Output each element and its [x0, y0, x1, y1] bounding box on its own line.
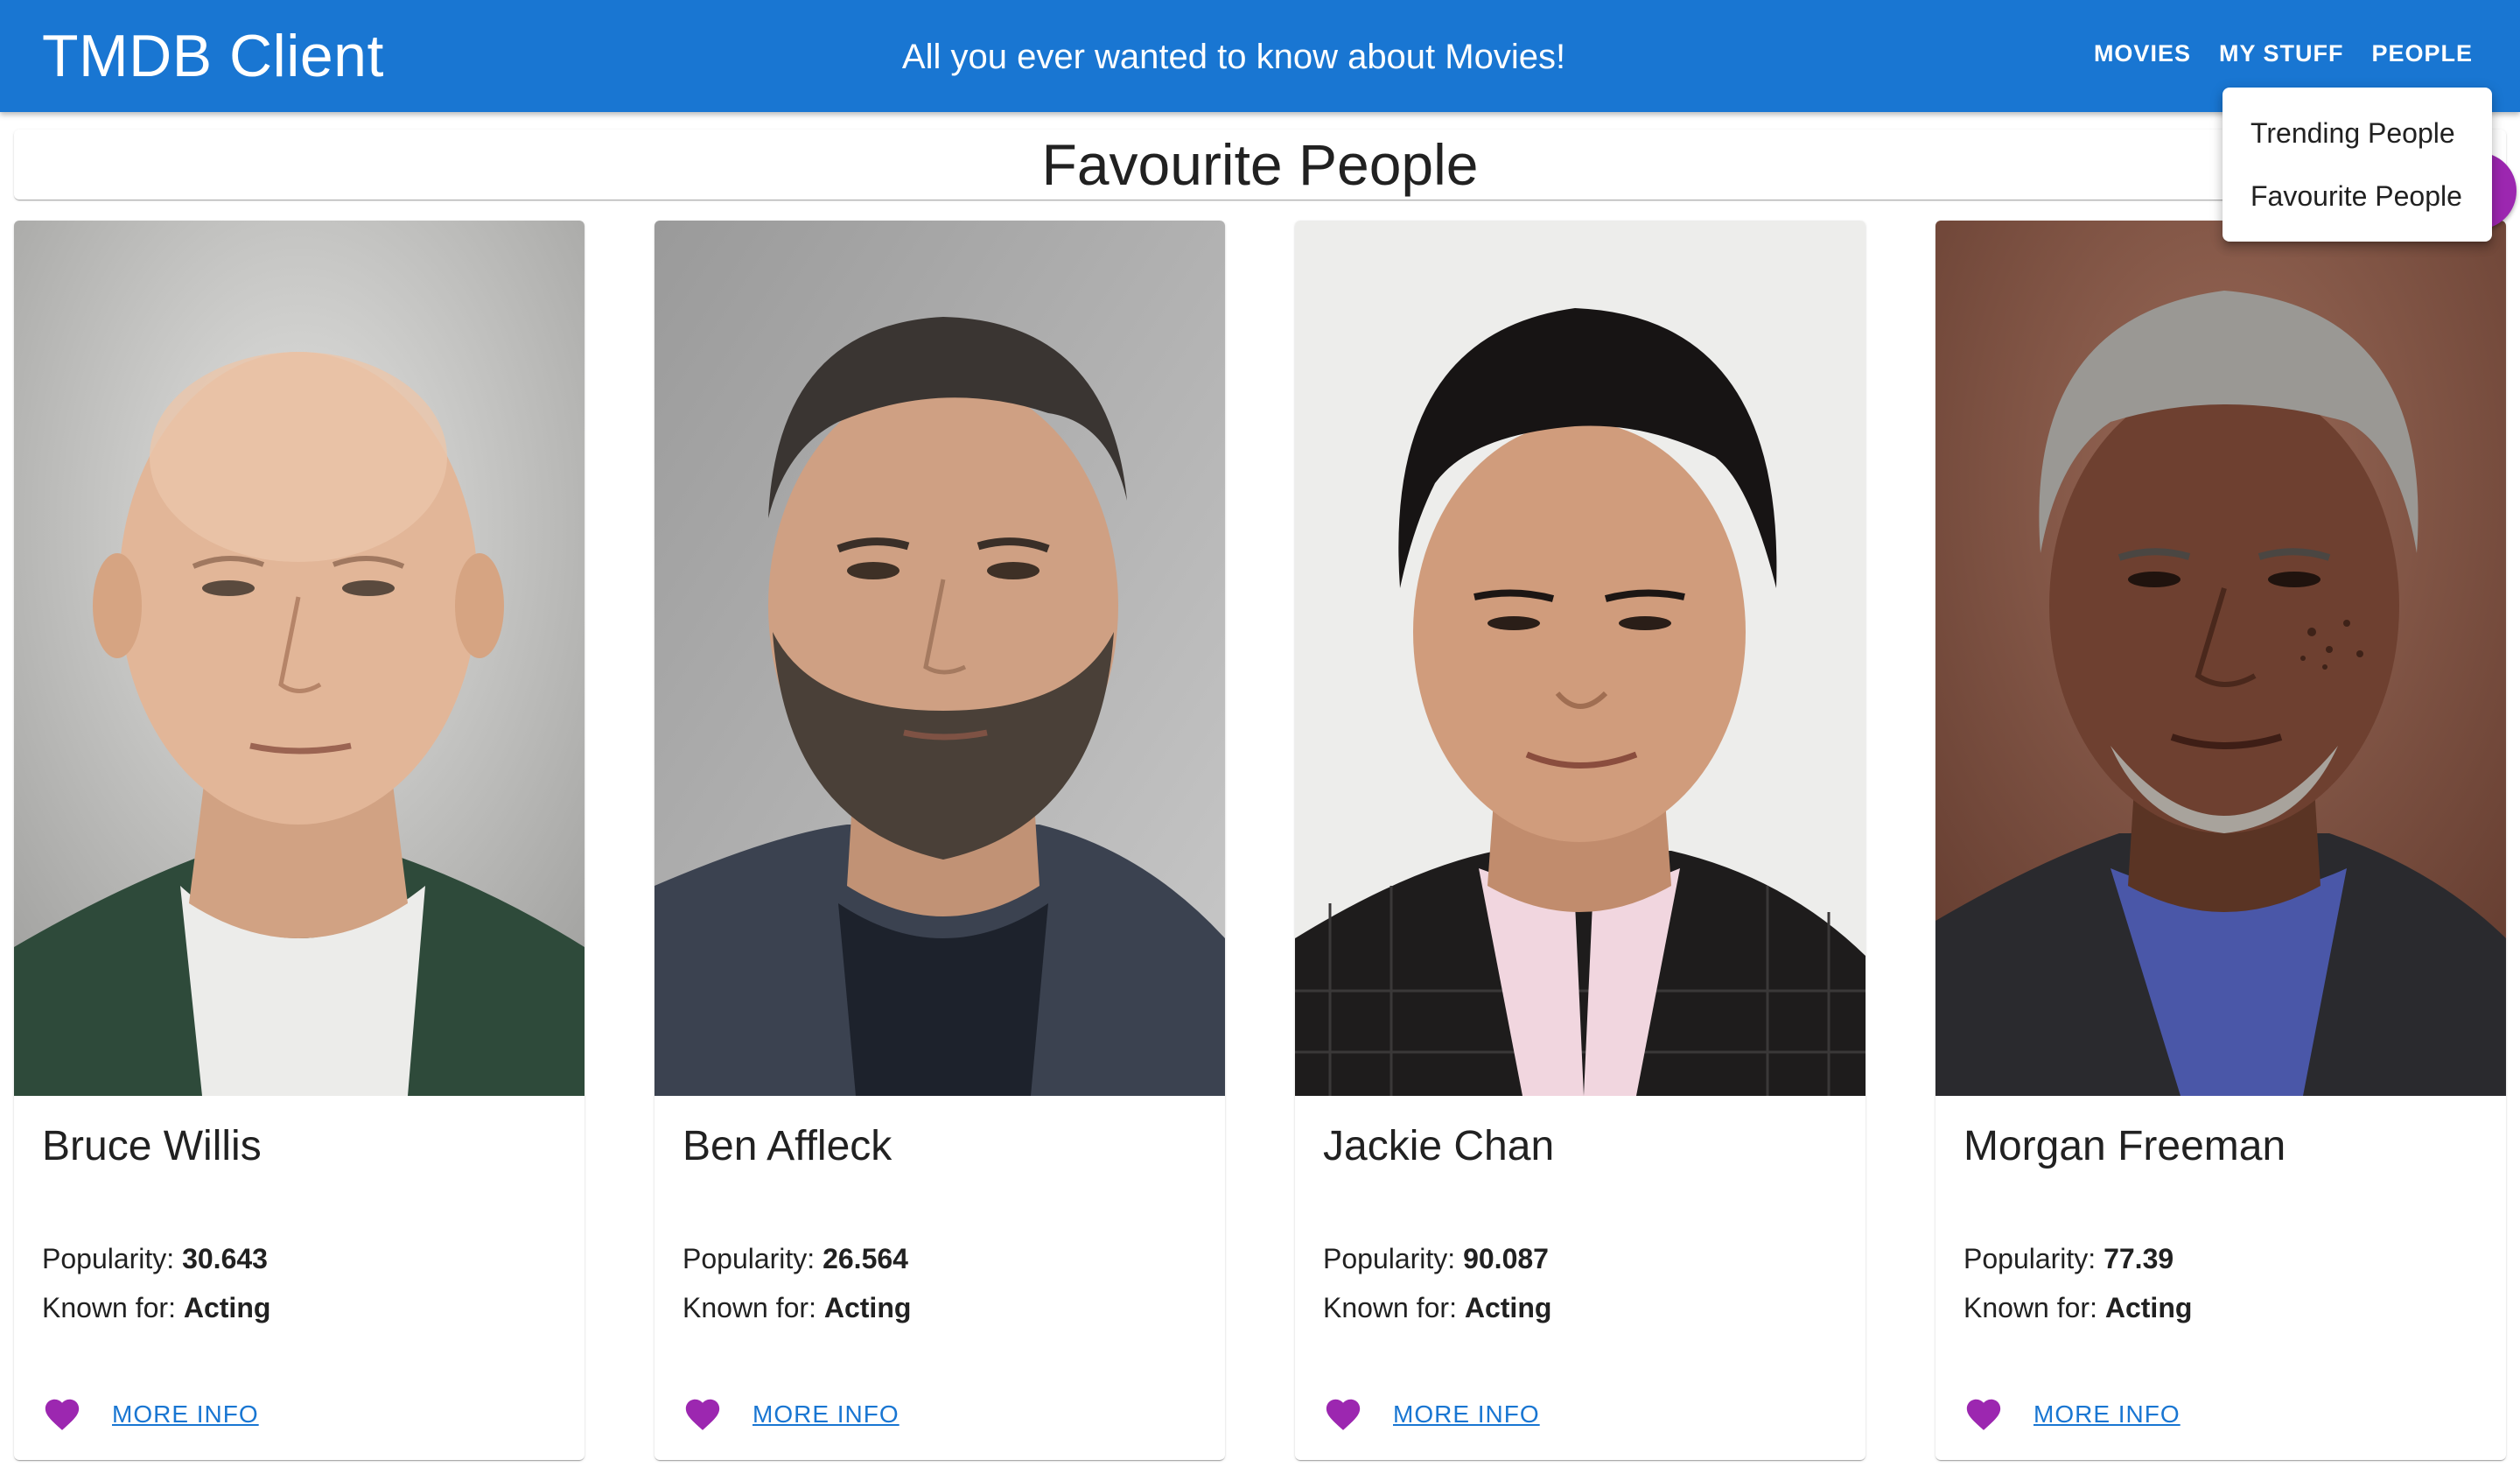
app-tagline: All you ever wanted to know about Movies…: [901, 38, 1566, 76]
known-for-line: Known for: Acting: [1323, 1292, 1551, 1324]
menu-item-trending-people[interactable]: Trending People: [2222, 102, 2492, 165]
known-for-value: Acting: [1464, 1292, 1552, 1323]
popularity-value: 30.643: [182, 1243, 268, 1274]
heart-icon[interactable]: [1964, 1394, 2004, 1435]
person-photo[interactable]: [14, 221, 584, 1096]
card-actions: MORE INFO: [1964, 1390, 2180, 1439]
heart-icon[interactable]: [42, 1394, 82, 1435]
more-info-link[interactable]: MORE INFO: [2034, 1400, 2180, 1428]
known-for-line: Known for: Acting: [1964, 1292, 2192, 1324]
card-actions: MORE INFO: [1323, 1390, 1540, 1439]
person-name: Ben Affleck: [682, 1123, 892, 1169]
known-for-value: Acting: [2104, 1292, 2193, 1323]
known-for-value: Acting: [823, 1292, 912, 1323]
known-for-label: Known for:: [682, 1292, 816, 1323]
app-title[interactable]: TMDB Client: [42, 0, 384, 112]
person-photo[interactable]: [654, 221, 1225, 1096]
popularity-value: 90.087: [1463, 1243, 1549, 1274]
heart-icon[interactable]: [682, 1394, 723, 1435]
popularity-value: 77.39: [2104, 1243, 2174, 1274]
person-name: Bruce Willis: [42, 1123, 262, 1169]
popularity-label: Popularity:: [42, 1243, 175, 1274]
popularity-line: Popularity: 30.643: [42, 1243, 268, 1275]
card-actions: MORE INFO: [42, 1390, 259, 1439]
known-for-value: Acting: [183, 1292, 271, 1323]
person-name: Morgan Freeman: [1964, 1123, 2286, 1169]
popularity-label: Popularity:: [1323, 1243, 1456, 1274]
popularity-label: Popularity:: [682, 1243, 816, 1274]
page-header: Favourite People: [14, 130, 2506, 200]
person-photo[interactable]: [1936, 221, 2506, 1096]
more-info-link[interactable]: MORE INFO: [112, 1400, 259, 1428]
person-card: Bruce Willis Popularity: 30.643 Known fo…: [14, 221, 584, 1460]
known-for-label: Known for:: [42, 1292, 176, 1323]
people-dropdown-menu: Trending People Favourite People: [2222, 88, 2492, 242]
nav-movies[interactable]: MOVIES: [2080, 32, 2205, 76]
popularity-line: Popularity: 26.564: [682, 1243, 908, 1275]
more-info-link[interactable]: MORE INFO: [1393, 1400, 1540, 1428]
known-for-line: Known for: Acting: [42, 1292, 270, 1324]
popularity-line: Popularity: 77.39: [1964, 1243, 2174, 1275]
person-card: Ben Affleck Popularity: 26.564 Known for…: [654, 221, 1225, 1460]
popularity-line: Popularity: 90.087: [1323, 1243, 1549, 1275]
popularity-value: 26.564: [822, 1243, 908, 1274]
nav-my-stuff[interactable]: MY STUFF: [2205, 32, 2358, 76]
card-actions: MORE INFO: [682, 1390, 900, 1439]
known-for-label: Known for:: [1323, 1292, 1457, 1323]
person-name: Jackie Chan: [1323, 1123, 1555, 1169]
main-nav: MOVIES MY STUFF PEOPLE: [2080, 32, 2487, 76]
known-for-line: Known for: Acting: [682, 1292, 911, 1324]
menu-item-favourite-people[interactable]: Favourite People: [2222, 165, 2492, 228]
popularity-label: Popularity:: [1964, 1243, 2096, 1274]
person-card: Morgan Freeman Popularity: 77.39 Known f…: [1936, 221, 2506, 1460]
nav-people[interactable]: PEOPLE: [2357, 32, 2487, 76]
page-title: Favourite People: [1041, 132, 1479, 197]
person-photo[interactable]: [1295, 221, 1866, 1096]
known-for-label: Known for:: [1964, 1292, 2097, 1323]
heart-icon[interactable]: [1323, 1394, 1363, 1435]
app-bar: TMDB Client All you ever wanted to know …: [0, 0, 2520, 112]
more-info-link[interactable]: MORE INFO: [752, 1400, 900, 1428]
person-card: Jackie Chan Popularity: 90.087 Known for…: [1295, 221, 1866, 1460]
